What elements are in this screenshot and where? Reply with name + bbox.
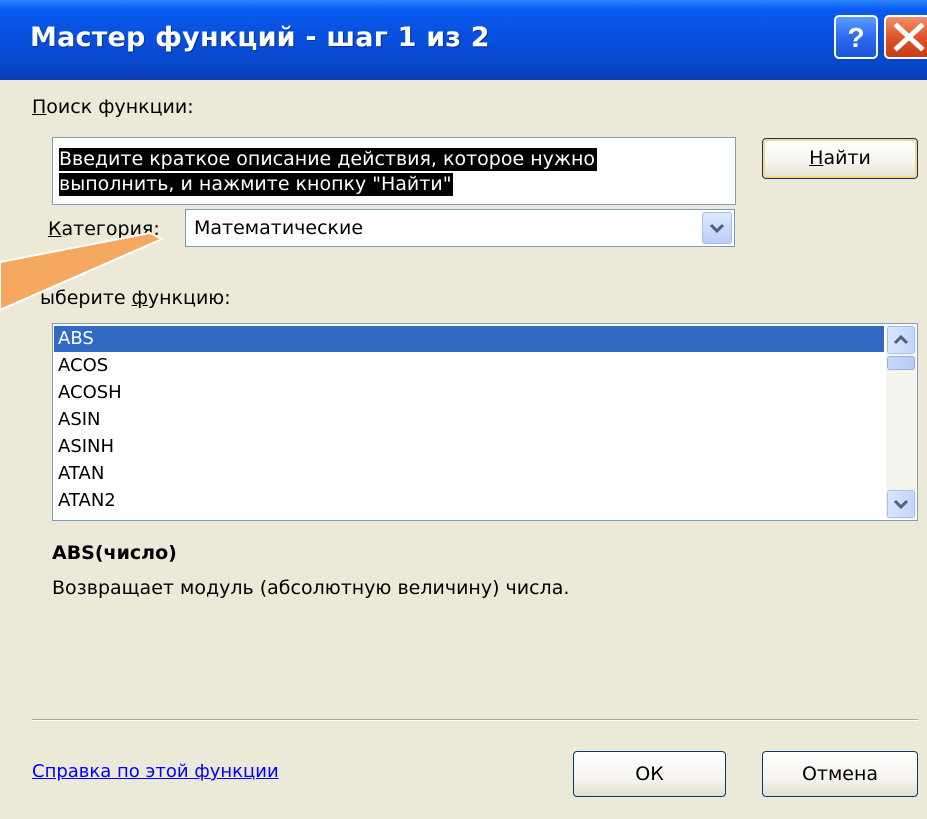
function-help-link[interactable]: Справка по этой функции xyxy=(32,761,279,782)
category-select[interactable]: Математические xyxy=(185,209,735,247)
function-description: Возвращает модуль (абсолютную величину) … xyxy=(52,577,570,599)
search-label: Поиск функции: xyxy=(32,96,194,118)
svg-text:?: ? xyxy=(847,22,864,53)
function-list-label: ыберите функцию: xyxy=(40,287,231,309)
function-list-scrollbar[interactable] xyxy=(886,325,916,519)
cancel-button[interactable]: Отмена xyxy=(762,751,918,797)
close-x-icon xyxy=(893,22,925,52)
category-value: Математические xyxy=(194,217,364,239)
dialog-body: Поиск функции: Введите краткое описание … xyxy=(0,80,927,819)
function-item-atan2[interactable]: ATAN2 xyxy=(54,488,884,514)
function-list[interactable]: ABS ACOS ACOSH ASIN ASINH ATAN ATAN2 xyxy=(52,323,918,521)
chevron-up-icon xyxy=(893,334,909,345)
function-item-atan[interactable]: ATAN xyxy=(54,461,884,487)
window-title: Мастер функций - шаг 1 из 2 xyxy=(30,22,490,53)
function-item-asin[interactable]: ASIN xyxy=(54,407,884,433)
close-button[interactable] xyxy=(884,15,927,59)
search-input[interactable]: Введите краткое описание действия, котор… xyxy=(52,137,736,205)
function-item-acosh[interactable]: ACOSH xyxy=(54,380,884,406)
function-item-abs[interactable]: ABS xyxy=(54,326,884,352)
scroll-down-button[interactable] xyxy=(887,490,915,518)
chevron-down-icon xyxy=(709,223,725,234)
chevron-down-icon xyxy=(893,499,909,510)
scroll-thumb[interactable] xyxy=(887,356,915,370)
function-wizard-dialog: Мастер функций - шаг 1 из 2 ? Поиск функ… xyxy=(0,0,927,819)
search-input-text: Введите краткое описание действия, котор… xyxy=(59,148,598,196)
question-mark-icon: ? xyxy=(847,22,864,53)
category-label: Категория: xyxy=(48,218,160,240)
title-bar[interactable]: Мастер функций - шаг 1 из 2 ? xyxy=(0,0,927,80)
help-button[interactable]: ? xyxy=(834,15,878,59)
category-dropdown-button[interactable] xyxy=(702,212,732,244)
scroll-up-button[interactable] xyxy=(887,326,915,354)
function-item-asinh[interactable]: ASINH xyxy=(54,434,884,460)
function-signature: ABS(число) xyxy=(52,542,177,564)
divider xyxy=(32,719,918,721)
function-item-acos[interactable]: ACOS xyxy=(54,353,884,379)
find-button[interactable]: Найти xyxy=(762,138,918,179)
ok-button[interactable]: ОК xyxy=(573,751,726,797)
